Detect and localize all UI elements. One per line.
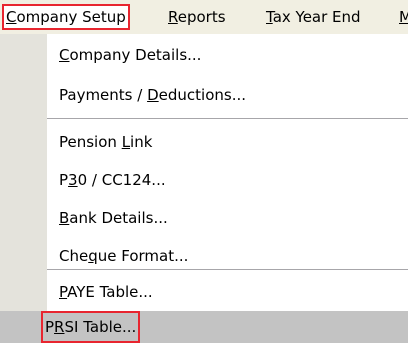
menu-reports[interactable]: Reports	[166, 6, 228, 28]
company-setup-dropdown: Company Details... Payments / Deductions…	[0, 34, 408, 343]
menu-item-paye-table[interactable]: PAYE Table...	[59, 273, 153, 311]
menu-tax-year-end[interactable]: Tax Year End	[264, 6, 363, 28]
menu-item-p30-cc124[interactable]: P30 / CC124...	[59, 161, 166, 199]
menu-item-pension-link[interactable]: Pension Link	[59, 123, 152, 161]
menu-item-prsi-table[interactable]: PRSI Table...	[40, 311, 141, 343]
menu-item-payments-deductions[interactable]: Payments / Deductions...	[59, 76, 246, 114]
menu-icon-gutter	[0, 34, 47, 343]
menu-item-company-details[interactable]: Company Details...	[59, 36, 201, 74]
menu-separator	[47, 118, 408, 119]
menu-bar: Company Setup Reports Tax Year End M	[0, 0, 408, 34]
menu-more[interactable]: M	[397, 6, 408, 28]
menu-separator	[47, 269, 408, 270]
menu-item-bank-details[interactable]: Bank Details...	[59, 199, 168, 237]
menu-company-setup[interactable]: Company Setup	[2, 4, 130, 30]
